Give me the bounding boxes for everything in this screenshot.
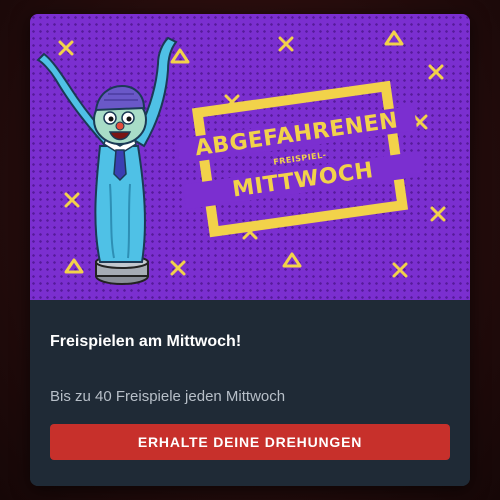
promo-content: Freispielen am Mittwoch! Bis zu 40 Freis… xyxy=(30,300,470,486)
promo-banner: ABGEFAHRENEN FREISPIEL- MITTWOCH xyxy=(30,14,470,300)
promo-subtitle: Bis zu 40 Freispiele jeden Mittwoch xyxy=(50,388,286,405)
promo-card: ABGEFAHRENEN FREISPIEL- MITTWOCH Freispi… xyxy=(30,14,470,486)
inflatable-tube-man-icon xyxy=(36,36,178,285)
page-background: ABGEFAHRENEN FREISPIEL- MITTWOCH Freispi… xyxy=(0,0,500,500)
promo-title-frame: ABGEFAHRENEN FREISPIEL- MITTWOCH xyxy=(176,80,424,238)
claim-spins-button[interactable]: ERHALTE DEINE DREHUNGEN xyxy=(50,424,450,460)
promo-title: Freispielen am Mittwoch! xyxy=(50,333,242,350)
